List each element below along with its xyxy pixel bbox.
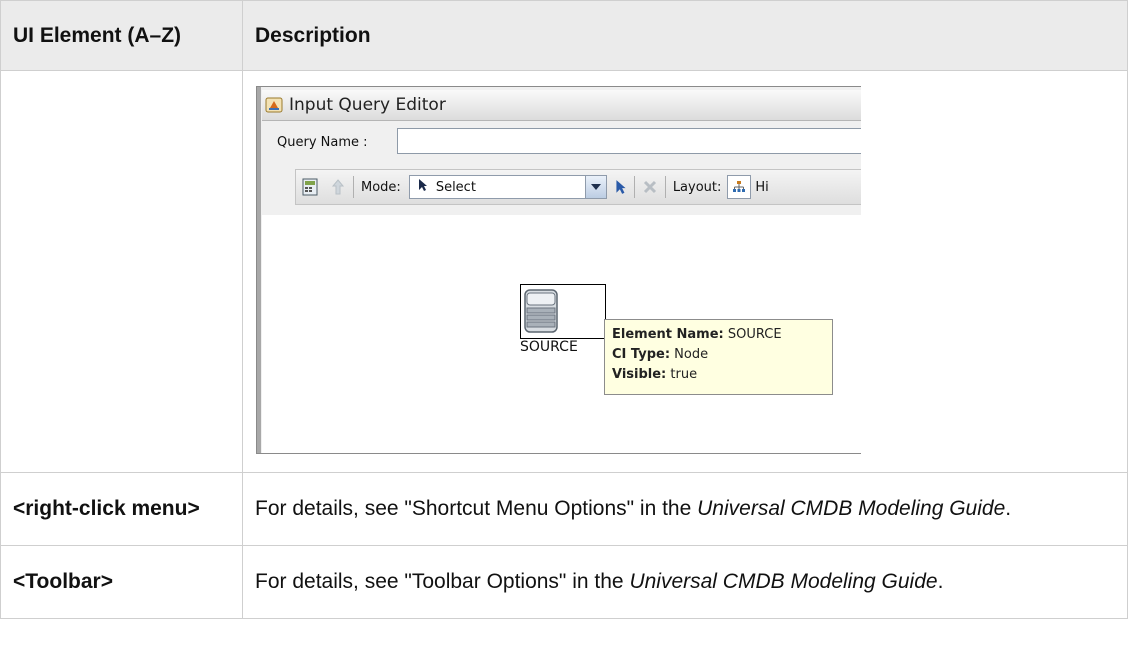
screenshot-name-cell bbox=[0, 70, 243, 473]
element-tooltip: Element Name: SOURCE CI Type: Node Visib… bbox=[604, 319, 833, 395]
ui-element-description: For details, see "Shortcut Menu Options"… bbox=[242, 472, 1128, 546]
window-title: Input Query Editor bbox=[289, 95, 446, 115]
query-name-label: Query Name : bbox=[277, 135, 368, 150]
description-end: . bbox=[937, 570, 944, 593]
editor-toolbar: Mode: Select Layout: Hi bbox=[295, 169, 861, 205]
tooltip-type-value: Node bbox=[674, 347, 709, 362]
tooltip-name-key: Element Name: bbox=[612, 327, 724, 342]
tooltip-visible-value: true bbox=[670, 367, 698, 382]
pointer-icon bbox=[418, 178, 428, 196]
tooltip-type-key: CI Type: bbox=[612, 347, 671, 362]
header-ui-element: UI Element (A–Z) bbox=[0, 0, 243, 71]
description-text: For details, see "Toolbar Options" in th… bbox=[255, 570, 630, 593]
guide-title: Universal CMDB Modeling Guide bbox=[697, 497, 1006, 520]
toolbar-separator bbox=[353, 176, 354, 198]
description-text: For details, see "Shortcut Menu Options"… bbox=[255, 497, 698, 520]
node-label: SOURCE bbox=[520, 339, 578, 355]
dropdown-arrow-icon[interactable] bbox=[584, 176, 606, 198]
table-row-screenshot: Input Query Editor Query Name : Mode: Se… bbox=[0, 70, 1128, 473]
window-titlebar: Input Query Editor bbox=[262, 90, 861, 121]
mode-select[interactable]: Select bbox=[408, 175, 607, 199]
table-row: <right-click menu> For details, see "Sho… bbox=[0, 472, 1128, 546]
table-row: <Toolbar> For details, see "Toolbar Opti… bbox=[0, 545, 1128, 619]
tooltip-visible-key: Visible: bbox=[612, 367, 667, 382]
toolbar-separator bbox=[664, 176, 666, 198]
input-query-editor-window: Input Query Editor Query Name : Mode: Se… bbox=[256, 86, 861, 454]
delete-icon[interactable] bbox=[642, 179, 658, 195]
ui-element-name: <right-click menu> bbox=[0, 472, 243, 546]
description-end: . bbox=[1005, 497, 1012, 520]
ui-element-name: <Toolbar> bbox=[0, 545, 243, 619]
layout-label: Layout: bbox=[672, 179, 722, 195]
app-icon bbox=[265, 96, 283, 114]
screenshot-cell: Input Query Editor Query Name : Mode: Se… bbox=[242, 70, 1128, 473]
ui-elements-table: UI Element (A–Z) Description Input Query… bbox=[0, 0, 1128, 619]
select-pointer-icon[interactable] bbox=[615, 179, 627, 195]
tooltip-name-value: SOURCE bbox=[727, 327, 782, 342]
table-header-row: UI Element (A–Z) Description bbox=[0, 0, 1128, 71]
header-description: Description bbox=[242, 0, 1128, 71]
hierarchy-layout-icon[interactable] bbox=[727, 175, 752, 199]
toolbar-separator bbox=[633, 176, 635, 198]
guide-title: Universal CMDB Modeling Guide bbox=[629, 570, 938, 593]
calculator-icon[interactable] bbox=[302, 178, 318, 196]
query-name-input[interactable] bbox=[397, 128, 861, 154]
layout-select-value: Hi bbox=[755, 179, 769, 195]
server-stack-icon[interactable] bbox=[523, 288, 559, 338]
mode-label: Mode: bbox=[361, 179, 401, 195]
ui-element-description: For details, see "Toolbar Options" in th… bbox=[242, 545, 1128, 619]
mode-select-value: Select bbox=[435, 179, 476, 195]
up-arrow-icon[interactable] bbox=[330, 178, 346, 196]
